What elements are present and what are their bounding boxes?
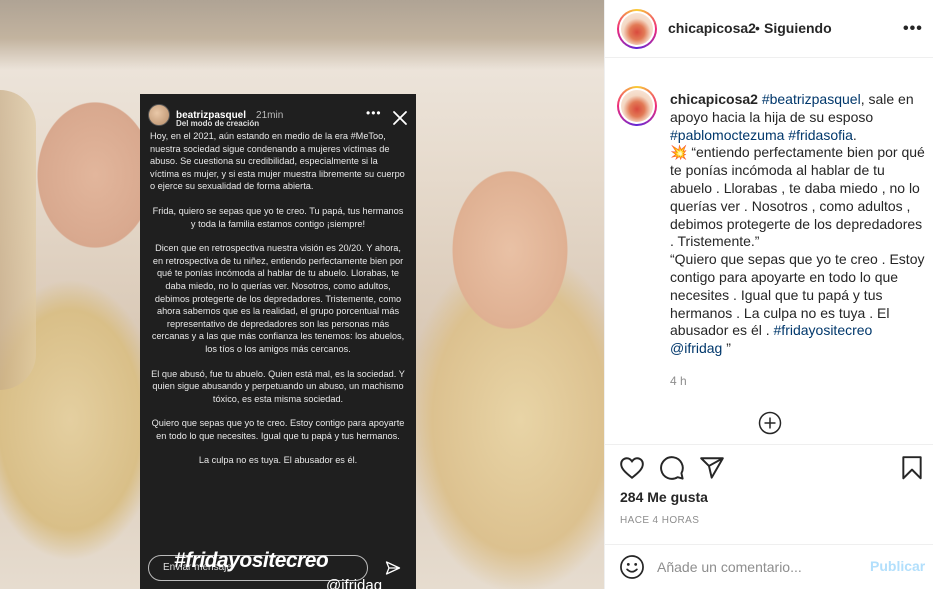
close-icon: [393, 111, 407, 125]
heart-icon[interactable]: [619, 455, 645, 481]
bookmark-icon[interactable]: [899, 455, 925, 481]
caption-quote: “entiendo perfectamente bien por qué te …: [670, 144, 925, 250]
photo-hair: [0, 0, 604, 70]
avatar-image: [621, 90, 653, 122]
story-more-icon: •••: [366, 106, 382, 120]
caption-time[interactable]: 4 h: [670, 374, 687, 388]
story-subtitle: Del modo de creación: [176, 119, 260, 128]
plus-circle-icon[interactable]: [758, 411, 782, 435]
story-paragraph: La culpa no es tuya. El abusador es él.: [198, 455, 358, 466]
caption-mention[interactable]: @ifridag: [670, 340, 722, 356]
caption-hashtag[interactable]: #fridayositecreo: [774, 322, 873, 338]
caption-hashtag[interactable]: #fridasofia: [788, 127, 853, 143]
story-paragraph: Hoy, en el 2021, aún estando en medio de…: [150, 131, 405, 192]
caption-hashtag[interactable]: #pablomoctezuma: [670, 127, 784, 143]
story-paragraph: Quiero que sepas que yo te creo. Estoy c…: [151, 418, 405, 441]
collision-emoji: 💥: [670, 144, 688, 161]
more-horizontal-icon[interactable]: •••: [903, 20, 923, 38]
caption-mention[interactable]: #beatrizpasquel: [762, 91, 861, 107]
post-sidebar: chicapicosa2 • Siguiendo ••• chicapicosa…: [604, 0, 933, 589]
post-image[interactable]: beatrizpasquel 21min Del modo de creació…: [0, 0, 604, 589]
post-caption: chicapicosa2 #beatrizpasquel, sale en ap…: [670, 91, 925, 357]
post-actions: 284 Me gusta HACE 4 HORAS: [605, 444, 933, 544]
story-handle: @ifridag: [326, 577, 383, 589]
story-paragraph: El que abusó, fue tu abuelo. Quien está …: [151, 368, 405, 404]
comment-input[interactable]: [657, 553, 857, 581]
comment-icon[interactable]: [659, 455, 685, 481]
comment-bar: Publicar: [605, 544, 933, 589]
avatar[interactable]: [617, 9, 657, 49]
share-icon[interactable]: [699, 455, 725, 481]
story-hashtag: #fridayositecreo: [174, 549, 329, 572]
header-username[interactable]: chicapicosa2: [668, 20, 756, 36]
following-button[interactable]: Siguiendo: [764, 20, 832, 36]
story-paragraph: Frida, quiero se sepas que yo te creo. T…: [152, 205, 404, 229]
likes-count[interactable]: 284 Me gusta: [620, 489, 708, 505]
caption-username[interactable]: chicapicosa2: [670, 91, 758, 107]
story-avatar: [148, 104, 170, 126]
header-separator: •: [755, 20, 760, 36]
publish-button[interactable]: Publicar: [870, 558, 925, 574]
emoji-icon[interactable]: [619, 554, 645, 580]
avatar-image: [621, 13, 653, 45]
story-time: 21min: [256, 109, 284, 121]
post-timestamp[interactable]: HACE 4 HORAS: [620, 515, 699, 526]
story-paragraph: Dicen que en retrospectiva nuestra visió…: [151, 243, 405, 354]
story-text: Hoy, en el 2021, aún estando en medio de…: [150, 130, 406, 479]
post-header: chicapicosa2 • Siguiendo •••: [605, 0, 933, 58]
caption-avatar[interactable]: [617, 86, 657, 126]
story-screenshot: beatrizpasquel 21min Del modo de creació…: [140, 94, 416, 589]
send-icon: [385, 561, 401, 575]
photo-hair-left: [0, 90, 36, 390]
